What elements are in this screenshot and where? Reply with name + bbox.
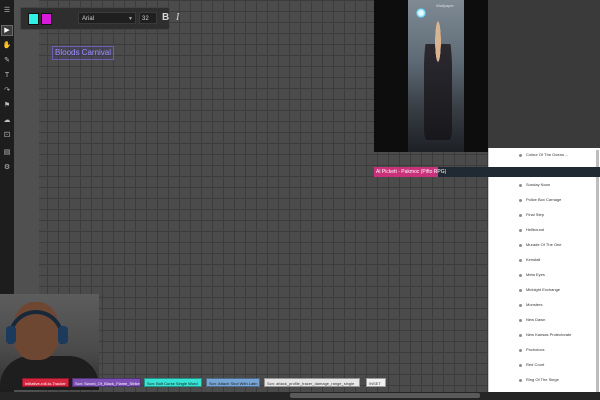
playlist-item[interactable]: Pocholocs (489, 343, 600, 358)
now-playing-banner: Al Pickett - Pakmoc (Pifto RPG) (374, 167, 600, 177)
bullet-icon (519, 229, 522, 232)
font-size-value: 32 (142, 16, 149, 22)
playlist-item-label: Police Box Carnage (526, 197, 562, 202)
stroke-color-swatch[interactable] (28, 13, 39, 25)
fog-icon[interactable]: ☁ (2, 116, 12, 125)
playlist-item[interactable]: Hellbound (489, 223, 600, 238)
headset-right-ear-icon (58, 326, 68, 344)
playlist-item[interactable]: Murade Of The One (489, 238, 600, 253)
bullet-icon (519, 154, 522, 157)
bullet-icon (519, 334, 522, 337)
bold-button[interactable]: B (162, 11, 169, 25)
magic-orb-icon (416, 8, 426, 18)
scene-tab-button[interactable]: Initiative-roll-to-Tracker (22, 378, 69, 387)
playlist-item-label: New Dawn (526, 317, 546, 322)
chevron-down-icon: ▼ (128, 16, 133, 22)
playlist-item-label: Colour Of The Ocean ... (526, 152, 569, 157)
playlist-item-label: Red Court (526, 362, 545, 367)
sorceress-figure (424, 20, 452, 140)
playlist-item[interactable]: Sunday Noon (489, 178, 600, 193)
bullet-icon (519, 364, 522, 367)
playlist-item[interactable]: Kensfall (489, 253, 600, 268)
playlist-item[interactable]: Colour Of The Ocean ... (489, 148, 600, 163)
font-select-value: Arial (82, 16, 95, 22)
bullet-icon (519, 379, 522, 382)
map-title-text[interactable]: Bloods Carnival (52, 46, 115, 60)
playlist-item[interactable]: New Dawn (489, 313, 600, 328)
playlist-item-label: Monsters (526, 302, 543, 307)
select-icon[interactable]: ▶ (1, 25, 13, 36)
bullet-icon (519, 349, 522, 352)
character-art-overlay: Wallpaper (374, 0, 500, 152)
side-panel-scrollbar[interactable] (596, 150, 599, 400)
bullet-icon (519, 259, 522, 262)
fill-color-swatch[interactable] (41, 13, 52, 25)
journal-icon[interactable]: ▤ (2, 148, 12, 157)
playlist-item[interactable]: Final Step (489, 208, 600, 223)
playlist-item-label: Final Step (526, 212, 545, 217)
macro-bar: Initiative-roll-to-Tracker Scn: Sword_Of_… (14, 374, 488, 392)
playlist-item-label: Meta Eyes (526, 272, 545, 277)
scene-tab-button[interactable]: Scn: Attach Shot With Latin (206, 378, 260, 387)
playlist-item-label: Sunday Noon (526, 182, 551, 187)
playlist-item[interactable]: Midnight Exchange (489, 283, 600, 298)
menu-icon[interactable]: ☰ (2, 6, 12, 15)
draw-icon[interactable]: ✎ (2, 56, 12, 65)
jukebox-playlist: Colour Of The Ocean ...CrossroadsSunday … (488, 148, 600, 400)
playlist-item[interactable]: Red Court (489, 358, 600, 373)
settings-icon[interactable]: ⚙ (2, 163, 12, 172)
light-icon[interactable]: ⚑ (2, 101, 12, 110)
text-icon[interactable]: T (2, 71, 12, 80)
text-format-toolbar: Arial ▼ 32 B I (20, 7, 179, 30)
playlist-item-label: Ring Of The Siege (526, 377, 559, 382)
playlist-item[interactable]: Meta Eyes (489, 268, 600, 283)
scene-tab-button[interactable]: INSET (366, 378, 386, 387)
bullet-icon (519, 244, 522, 247)
bullet-icon (519, 214, 522, 217)
scene-tab-button[interactable]: Scn: Bolt Curse Single Word (144, 378, 202, 387)
playlist-item-label: New Kansas Protectorate (526, 332, 572, 337)
font-select[interactable]: Arial ▼ (78, 12, 136, 24)
playlist-item[interactable]: Monsters (489, 298, 600, 313)
playlist-item-label: Hellbound (526, 227, 545, 232)
playlist-item-label: Pocholocs (526, 347, 545, 352)
font-size-select[interactable]: 32 (139, 12, 157, 24)
playlist-item-label: Kensfall (526, 257, 541, 262)
playlist-item[interactable]: Police Box Carnage (489, 193, 600, 208)
bullet-icon (519, 184, 522, 187)
bullet-icon (519, 319, 522, 322)
dice-icon[interactable]: ⚀ (2, 131, 12, 140)
italic-button[interactable]: I (176, 11, 179, 25)
playlist-item[interactable]: New Kansas Protectorate (489, 328, 600, 343)
art-watermark: Wallpaper (436, 3, 454, 8)
bullet-icon (519, 304, 522, 307)
headset-left-ear-icon (6, 326, 16, 344)
playlist-item-label: Murade Of The One (526, 242, 562, 247)
ruler-icon[interactable]: ↷ (2, 86, 12, 95)
now-playing-text: Al Pickett - Pakmoc (Pifto RPG) (376, 169, 447, 175)
scene-tab-button[interactable]: Scn: attack_profile_tracer_damage_range_… (264, 378, 360, 387)
pan-icon[interactable]: ✋ (2, 41, 12, 50)
bullet-icon (519, 274, 522, 277)
bullet-icon (519, 199, 522, 202)
scene-tab-button[interactable]: Scn: Sword_Of_Black_Flame_Strike (72, 378, 141, 387)
playlist-item[interactable]: Ring Of The Siege (489, 373, 600, 388)
bullet-icon (519, 289, 522, 292)
playlist-item-label: Midnight Exchange (526, 287, 561, 292)
horizontal-scrollbar[interactable] (290, 393, 480, 398)
